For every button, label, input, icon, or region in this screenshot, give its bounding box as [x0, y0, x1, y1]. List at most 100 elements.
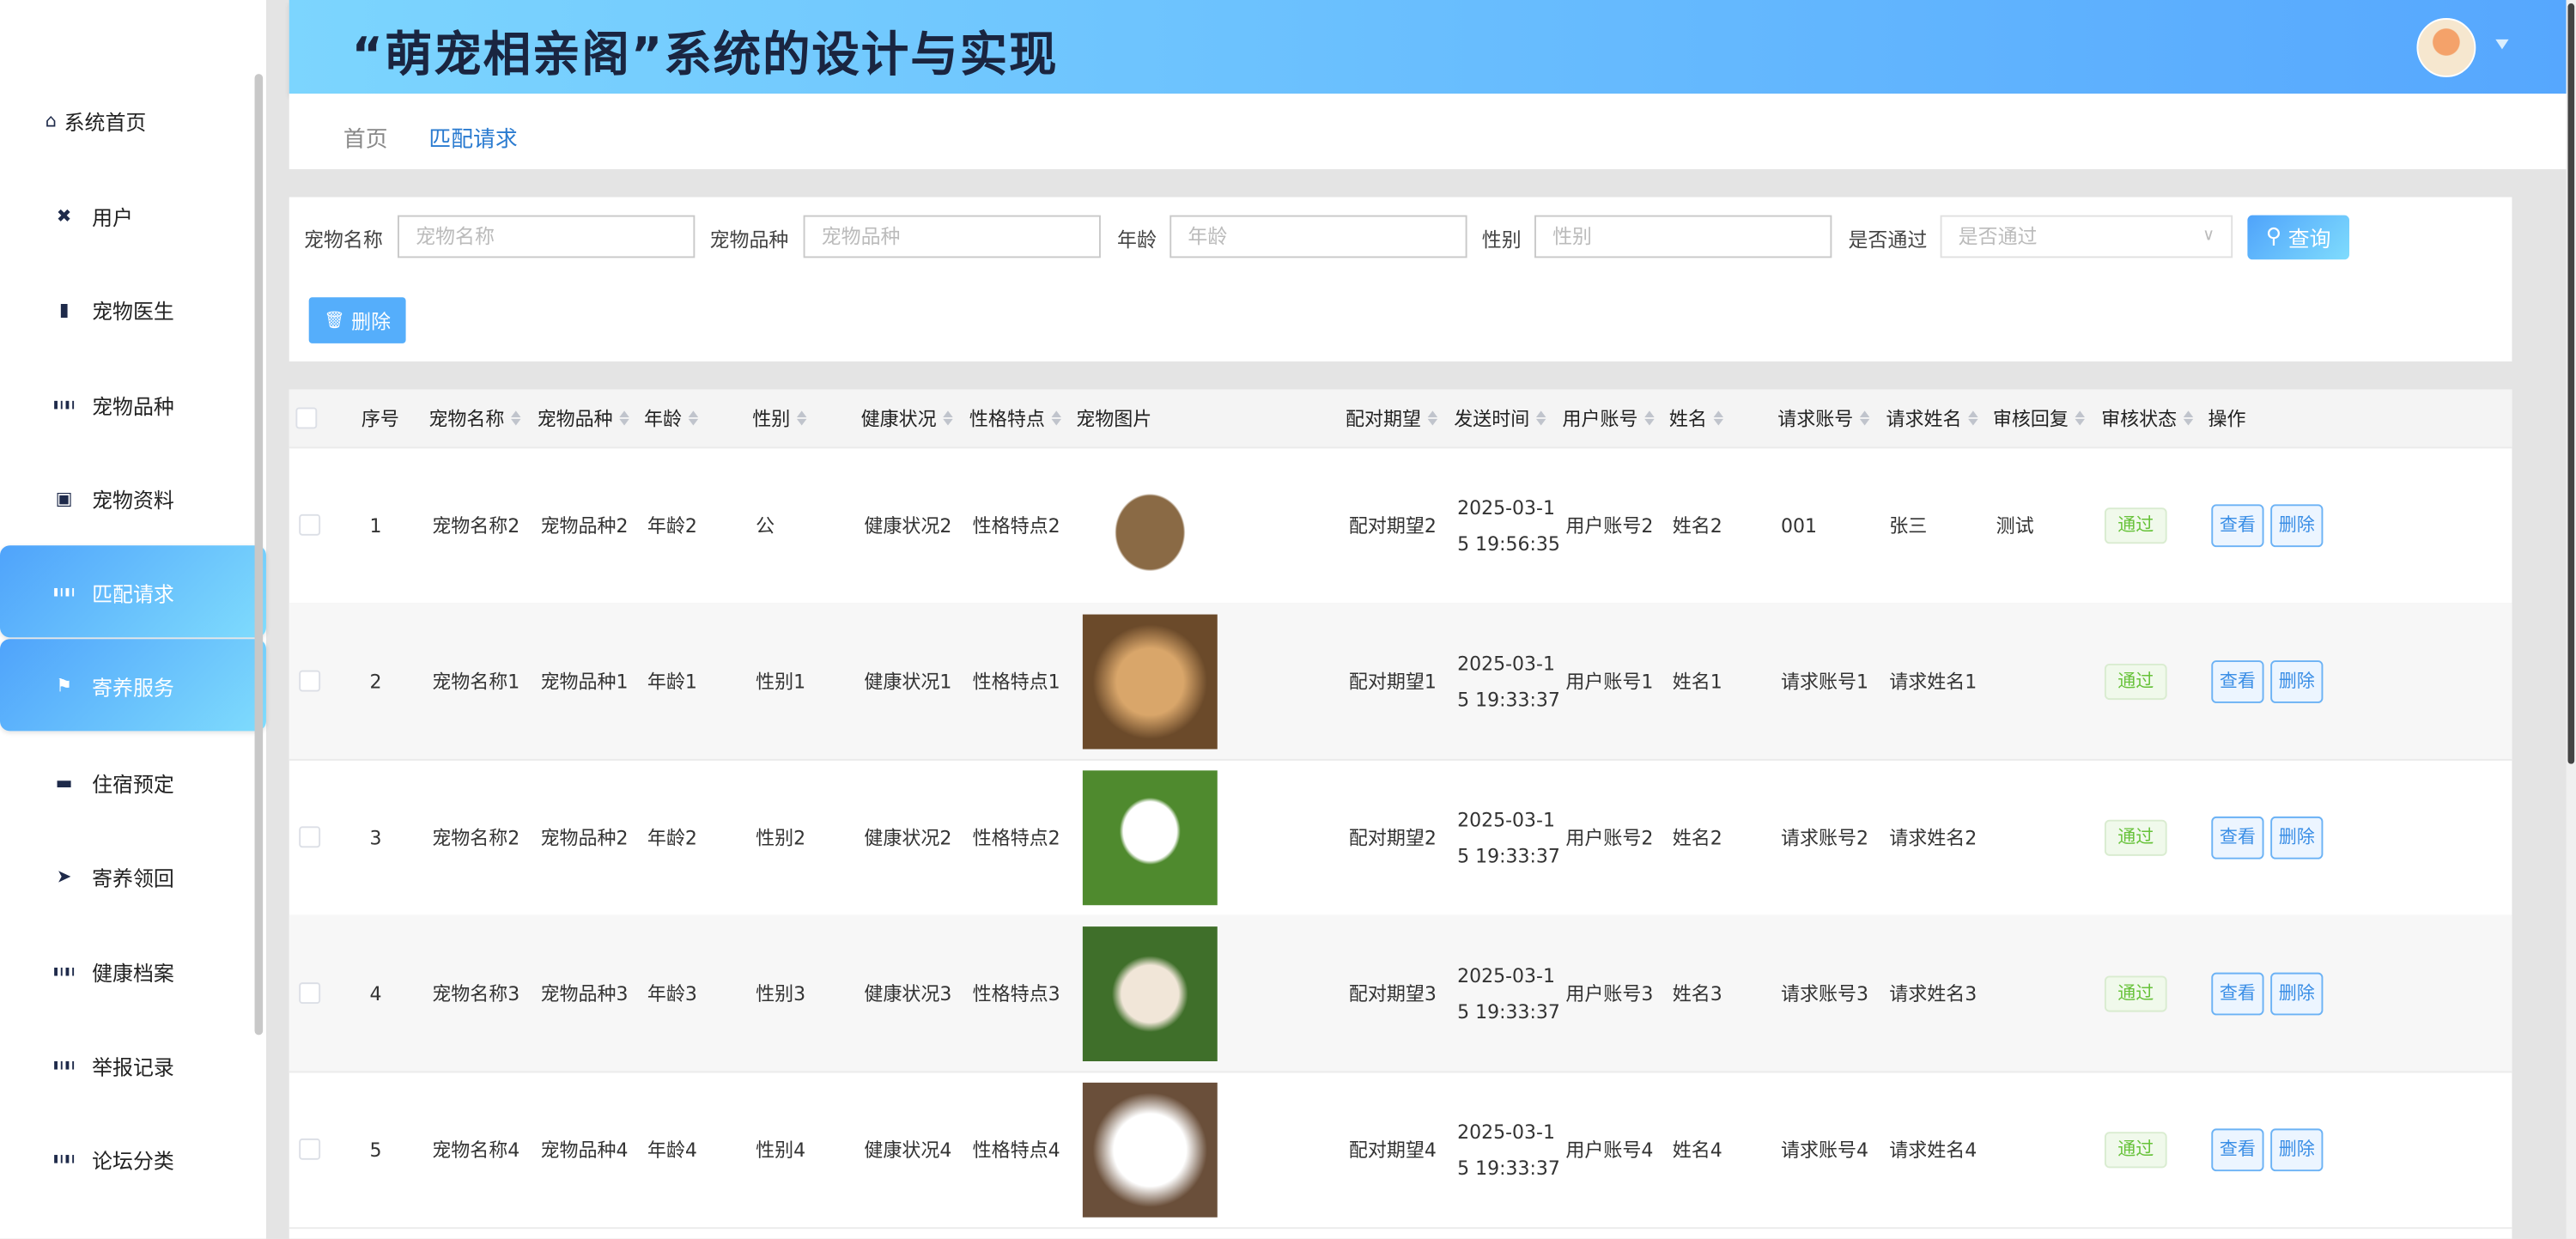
column-header[interactable]: 性格特点 — [969, 405, 1076, 432]
column-header[interactable]: 配对期望 — [1346, 405, 1454, 432]
sidebar-item[interactable]: 举报记录 — [0, 1018, 266, 1110]
delete-button[interactable]: 删除 — [2270, 659, 2324, 702]
column-header-label: 宠物图片 — [1076, 406, 1152, 430]
column-header[interactable]: 宠物名称 — [428, 405, 537, 432]
sort-icon[interactable] — [1051, 410, 1061, 426]
column-header[interactable]: 用户账号 — [1563, 405, 1669, 432]
cell-status: 通过 — [2101, 1130, 2208, 1169]
sort-icon[interactable] — [1535, 410, 1546, 426]
sidebar-item[interactable]: 健康档案 — [0, 925, 266, 1017]
cell-text: 性别1 — [756, 669, 806, 693]
column-header[interactable]: 审核状态 — [2101, 405, 2208, 432]
sidebar-item-label: 举报记录 — [92, 1054, 174, 1079]
sidebar-item[interactable]: ✖ 用户 — [0, 169, 266, 261]
main-scrollbar-thumb[interactable] — [2567, 3, 2575, 764]
select-all-checkbox[interactable] — [295, 407, 318, 429]
sidebar-item[interactable]: ▬ 住宿预定 — [0, 736, 266, 828]
breadcrumb-home[interactable]: 首页 — [343, 120, 388, 153]
sort-icon[interactable] — [1427, 410, 1438, 426]
column-header[interactable]: 年龄 — [644, 405, 752, 432]
pass-select[interactable]: 是否通过 ∨ — [1940, 215, 2233, 258]
sort-icon[interactable] — [1644, 410, 1655, 426]
cell-account: 用户账号2 — [1563, 507, 1669, 543]
sort-icon[interactable] — [619, 410, 629, 426]
sidebar-item-label: 用户 — [92, 204, 134, 229]
sidebar-item[interactable]: ➤ 寄养领回 — [0, 829, 266, 921]
pet-breed-input[interactable]: 宠物品种 — [803, 215, 1101, 258]
gender-label: 性别 — [1481, 228, 1522, 252]
view-button[interactable]: 查看 — [2211, 659, 2264, 702]
row-actions: 查看 删除 — [2208, 503, 2512, 547]
sidebar-item[interactable]: 宠物品种 — [0, 358, 266, 450]
sidebar-item-label: 寄养服务 — [92, 674, 174, 700]
data-table: 序号 宠物名称 宠物品种 年龄 性别 健康状况 性格特点 宠物图片 配对期望 发送时间 用户账号 姓名… — [289, 389, 2512, 1239]
delete-button[interactable]: 删除 — [2270, 971, 2324, 1015]
cell-req_name: 请求姓名3 — [1886, 975, 1992, 1011]
column-header: 序号 — [361, 405, 428, 432]
column-header[interactable]: 请求姓名 — [1886, 405, 1992, 432]
sidebar-item[interactable]: ▣ 宠物资料 — [0, 452, 266, 544]
column-header[interactable]: 审核回复 — [1993, 405, 2101, 432]
column-header-label: 姓名 — [1668, 406, 1707, 430]
sort-icon[interactable] — [796, 410, 807, 426]
cell-health: 健康状况1 — [861, 663, 969, 699]
cell-gender: 性别3 — [752, 975, 860, 1011]
view-button[interactable]: 查看 — [2211, 971, 2264, 1015]
sidebar-item[interactable]: ▮ 宠物医生 — [0, 263, 266, 355]
sort-icon[interactable] — [2075, 410, 2085, 426]
sidebar-item[interactable]: 匹配请求 — [0, 545, 266, 638]
column-header[interactable]: 性别 — [752, 405, 860, 432]
cell-text: 请求账号3 — [1781, 981, 1869, 1005]
cell-text: 性别2 — [756, 825, 806, 849]
sort-icon[interactable] — [511, 410, 521, 426]
column-header[interactable]: 姓名 — [1669, 405, 1777, 432]
view-button[interactable]: 查看 — [2211, 503, 2264, 547]
sort-icon[interactable] — [1713, 410, 1724, 426]
pet-name-input[interactable]: 宠物名称 — [398, 215, 696, 258]
column-header-label: 用户账号 — [1562, 406, 1638, 430]
row-checkbox[interactable] — [299, 513, 321, 536]
cell-text: 2 — [369, 669, 382, 693]
delete-button[interactable]: 删除 — [2270, 1127, 2324, 1171]
caret-down-icon[interactable] — [2495, 39, 2509, 50]
delete-button[interactable]: 删除 — [2270, 503, 2324, 547]
view-button[interactable]: 查看 — [2211, 815, 2264, 859]
sidebar-item[interactable]: ⌂ 系统首页 — [0, 74, 266, 166]
sort-icon[interactable] — [688, 410, 699, 426]
gender-input[interactable]: 性别 — [1534, 215, 1832, 258]
delete-button[interactable]: 删除 — [2270, 815, 2324, 859]
sidebar-item[interactable]: 论坛分类 — [0, 1112, 266, 1204]
batch-delete-button[interactable]: 🗑 删除 — [308, 297, 406, 343]
row-checkbox[interactable] — [299, 826, 321, 848]
cell-text: 健康状况1 — [864, 669, 952, 693]
sort-icon[interactable] — [2183, 410, 2194, 426]
view-button[interactable]: 查看 — [2211, 1127, 2264, 1171]
row-select-cell — [289, 826, 361, 848]
avatar[interactable] — [2416, 18, 2476, 77]
sort-icon[interactable] — [1859, 410, 1870, 426]
pet-image — [1082, 613, 1218, 749]
query-button[interactable]: ⚲ 查询 — [2247, 215, 2350, 260]
cell-text: 宠物品种4 — [540, 1137, 629, 1161]
row-checkbox[interactable] — [299, 670, 321, 692]
age-input[interactable]: 年龄 — [1170, 215, 1467, 258]
cell-text: 请求姓名2 — [1889, 825, 1978, 849]
column-header[interactable]: 请求账号 — [1777, 405, 1886, 432]
sidebar-item[interactable]: ⚑ 寄养服务 — [0, 639, 266, 732]
sidebar-scrollbar[interactable] — [254, 74, 264, 1036]
cell-text: 健康状况2 — [864, 825, 952, 849]
cell-trait: 性格特点2 — [969, 819, 1076, 855]
cell-text: 宠物名称3 — [432, 981, 520, 1005]
column-header[interactable]: 健康状况 — [861, 405, 969, 432]
cell-req_name: 请求姓名1 — [1886, 663, 1992, 699]
cell-text: 宠物名称1 — [432, 669, 520, 693]
column-header-label: 请求账号 — [1777, 406, 1854, 430]
row-checkbox[interactable] — [299, 1138, 321, 1160]
column-header[interactable]: 宠物品种 — [538, 405, 644, 432]
sidebar-item-label: 宠物资料 — [92, 487, 174, 512]
row-checkbox[interactable] — [299, 982, 321, 1005]
column-header[interactable]: 发送时间 — [1454, 405, 1562, 432]
sort-icon[interactable] — [943, 410, 953, 426]
cell-text: 年龄3 — [647, 981, 697, 1005]
sort-icon[interactable] — [1968, 410, 1978, 426]
